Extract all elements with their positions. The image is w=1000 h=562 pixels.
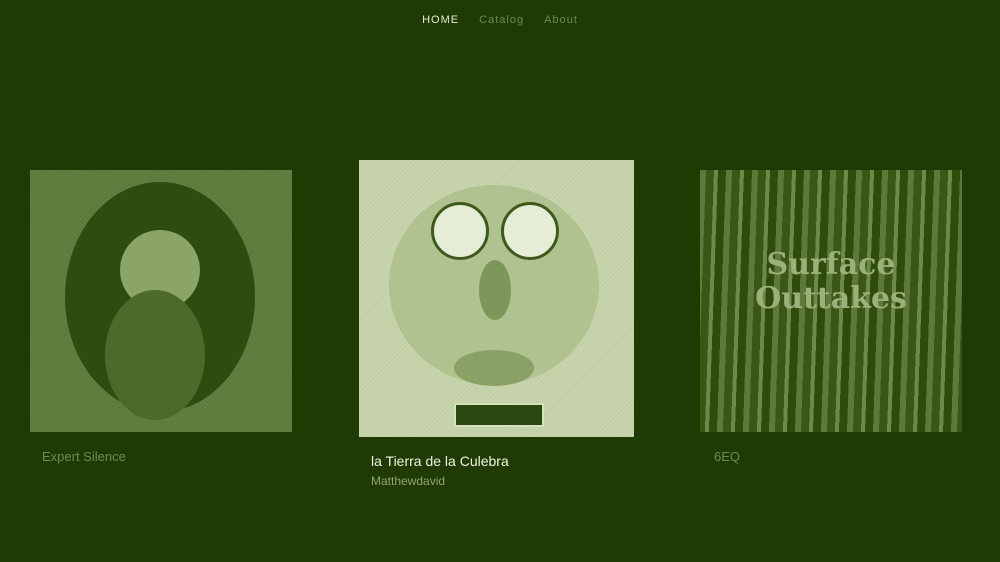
album-cover-expert-silence[interactable] (30, 170, 292, 432)
album-title[interactable]: Expert Silence (42, 449, 126, 464)
nav-about[interactable]: About (544, 14, 578, 26)
album-title[interactable]: la Tierra de la Culebra (371, 453, 509, 469)
album-title[interactable]: 6EQ (714, 449, 740, 464)
nav-catalog[interactable]: Catalog (479, 14, 524, 26)
cover-title-text: Surface Outtakes (755, 247, 907, 316)
cover-label-box (454, 403, 544, 427)
top-nav: HOME Catalog About (0, 14, 1000, 26)
album-artist[interactable]: Matthewdavid (371, 474, 445, 488)
album-cover-6eq[interactable]: Surface Outtakes (700, 170, 962, 432)
album-cover-tierra-de-la-culebra[interactable] (359, 160, 634, 437)
nav-home[interactable]: HOME (422, 14, 459, 26)
app-window: HOME Catalog About Expert Silence la Tie… (0, 0, 1000, 562)
